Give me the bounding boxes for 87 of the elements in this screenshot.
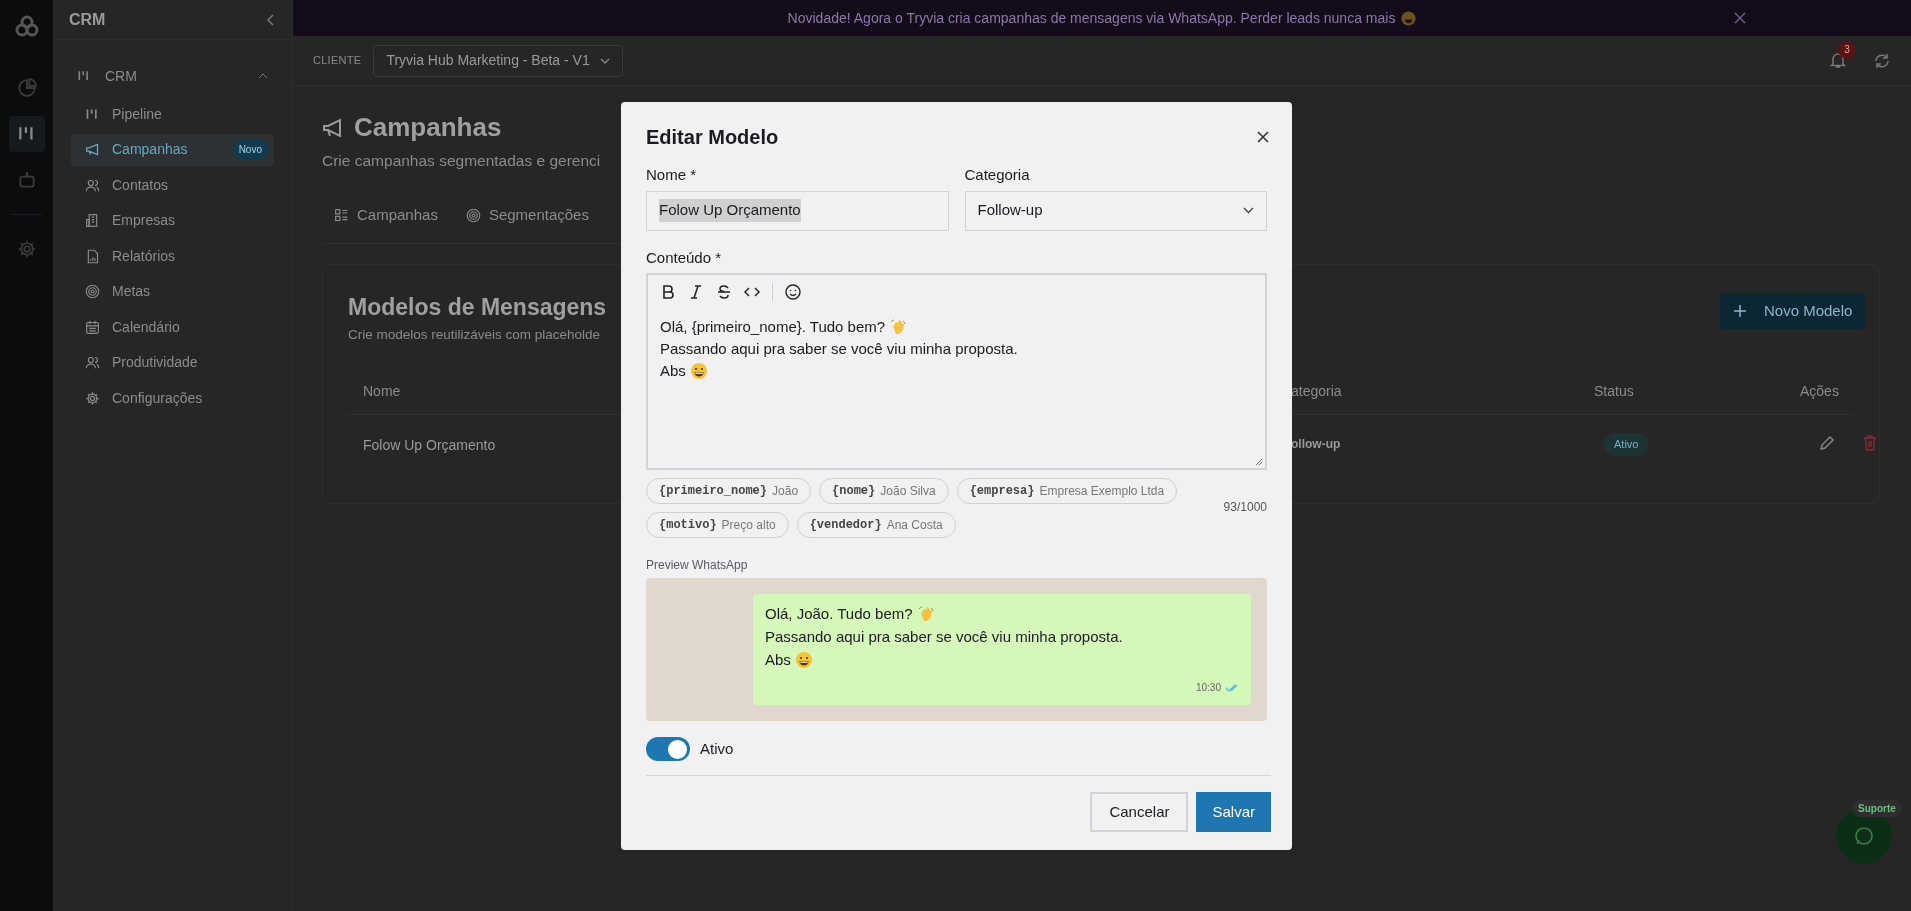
plus-icon (1734, 305, 1746, 318)
pencil-icon[interactable] (1819, 435, 1835, 452)
pie-chart-icon (16, 78, 37, 98)
report-icon (85, 248, 100, 264)
card-title: Modelos de Mensagens (348, 293, 607, 323)
toggle-label: Ativo (700, 738, 734, 759)
new-template-button[interactable]: Novo Modelo (1720, 293, 1867, 330)
chevron-down-icon (1243, 207, 1254, 214)
field-label: Nome * (646, 165, 698, 185)
message-line: Passando aqui pra saber se você viu minha proposta. (765, 626, 1123, 647)
columns-icon (77, 69, 91, 83)
sidebar-item[interactable]: Configurações (71, 382, 274, 414)
new-badge: Novo (232, 140, 268, 159)
settings-icon (85, 390, 100, 406)
close-icon[interactable] (1257, 131, 1269, 143)
chevron-up-icon (258, 73, 268, 79)
rail-button[interactable] (8, 116, 45, 152)
calendar-icon (85, 319, 100, 335)
sidebar-title: CRM (69, 9, 106, 30)
message-line: Olá, {primeiro_nome}. Tudo bem? (660, 316, 886, 337)
name-field[interactable]: Folow Up Orçamento (646, 190, 949, 231)
sidebar-item[interactable]: Contatos (71, 169, 274, 201)
message-line: Abs (660, 360, 686, 381)
italic-icon[interactable] (688, 284, 704, 300)
sidebar-group[interactable]: CRM (71, 60, 274, 92)
category-select[interactable]: Follow-up (964, 190, 1267, 231)
notification-count: 3 (1838, 40, 1856, 59)
client-select[interactable]: Tryvia Hub Marketing - Beta - V1 (373, 44, 623, 77)
logo-icon (14, 14, 39, 38)
users-icon (85, 177, 100, 193)
megaphone-icon (85, 142, 100, 157)
waving-hand-icon (889, 318, 908, 336)
field-label: Categoria (964, 165, 1031, 185)
message-line: Passando aqui pra saber se você viu minha proposta. (660, 338, 1018, 359)
waving-hand-icon (916, 605, 935, 623)
message-line: Olá, João. Tudo bem? (765, 603, 913, 624)
support-label: Suporte (1852, 800, 1902, 817)
tab[interactable]: Campanhas (334, 204, 438, 227)
target-icon (465, 208, 481, 223)
tab[interactable]: Segmentações (465, 204, 589, 227)
smiley-icon[interactable] (785, 284, 801, 300)
status-badge: Ativo (1604, 433, 1649, 456)
sidebar-item[interactable]: Calendário (71, 311, 274, 343)
column-header: Ações (1800, 382, 1839, 402)
message-editor[interactable]: Olá, {primeiro_nome}. Tudo bem? Passando aqui pra saber se você viu minha proposta. Abs (646, 273, 1267, 470)
building-icon (85, 213, 100, 228)
grinning-face-icon (689, 362, 708, 380)
grinning-face-icon (1401, 10, 1417, 26)
bold-icon[interactable] (660, 284, 676, 300)
column-header: Nome (363, 382, 401, 402)
character-counter: 93/1000 (1223, 499, 1267, 516)
message-line: Abs (765, 649, 791, 670)
table-cell-text: Folow Up Orçamento (363, 436, 496, 456)
settings-icon (16, 239, 37, 259)
preview-label: Preview WhatsApp (646, 557, 748, 574)
megaphone-icon (322, 117, 344, 138)
sidebar-item[interactable]: Produtividade (71, 346, 274, 379)
category-tag: ollow-up (1291, 435, 1341, 454)
sidebar-item[interactable]: Empresas (71, 204, 274, 237)
client-label: CLIENTE (313, 53, 362, 69)
card-subtitle: Crie modelos reutilizáveis com placeholde (348, 325, 601, 344)
robot-icon (16, 170, 37, 190)
save-button[interactable]: Salvar (1196, 792, 1271, 832)
users-icon (85, 355, 100, 370)
resize-handle-icon[interactable] (1255, 458, 1263, 466)
chevron-down-icon (599, 57, 610, 64)
target-icon (85, 284, 100, 299)
strikethrough-icon[interactable] (716, 284, 732, 300)
list-icon (334, 208, 349, 223)
grinning-face-icon (794, 651, 813, 669)
sidebar-item[interactable]: Metas (71, 275, 274, 308)
column-header: ategoria (1291, 382, 1342, 402)
whatsapp-icon (1854, 826, 1874, 846)
sidebar-item[interactable]: Pipeline (71, 98, 274, 130)
page-title: Campanhas (354, 111, 502, 144)
column-header: Status (1594, 382, 1634, 402)
page-subtitle: Crie campanhas segmentadas e gerenci (322, 151, 601, 171)
collapse-icon[interactable] (266, 13, 276, 26)
banner-text: Novidade! Agora o Tryvia cria campanhas de mensagens via WhatsApp. Perder leads nunca mais (787, 8, 1396, 28)
message-time: 10:30 (1195, 681, 1221, 695)
refresh-icon[interactable] (1873, 51, 1891, 70)
active-toggle[interactable] (646, 737, 690, 761)
sidebar-item[interactable]: Relatórios (71, 240, 274, 272)
cancel-button[interactable]: Cancelar (1090, 792, 1189, 832)
dialog-title: Editar Modelo (646, 125, 779, 150)
field-label: Conteúdo * (646, 247, 722, 268)
sidebar-item[interactable]: Campanhas Novo (71, 133, 274, 166)
